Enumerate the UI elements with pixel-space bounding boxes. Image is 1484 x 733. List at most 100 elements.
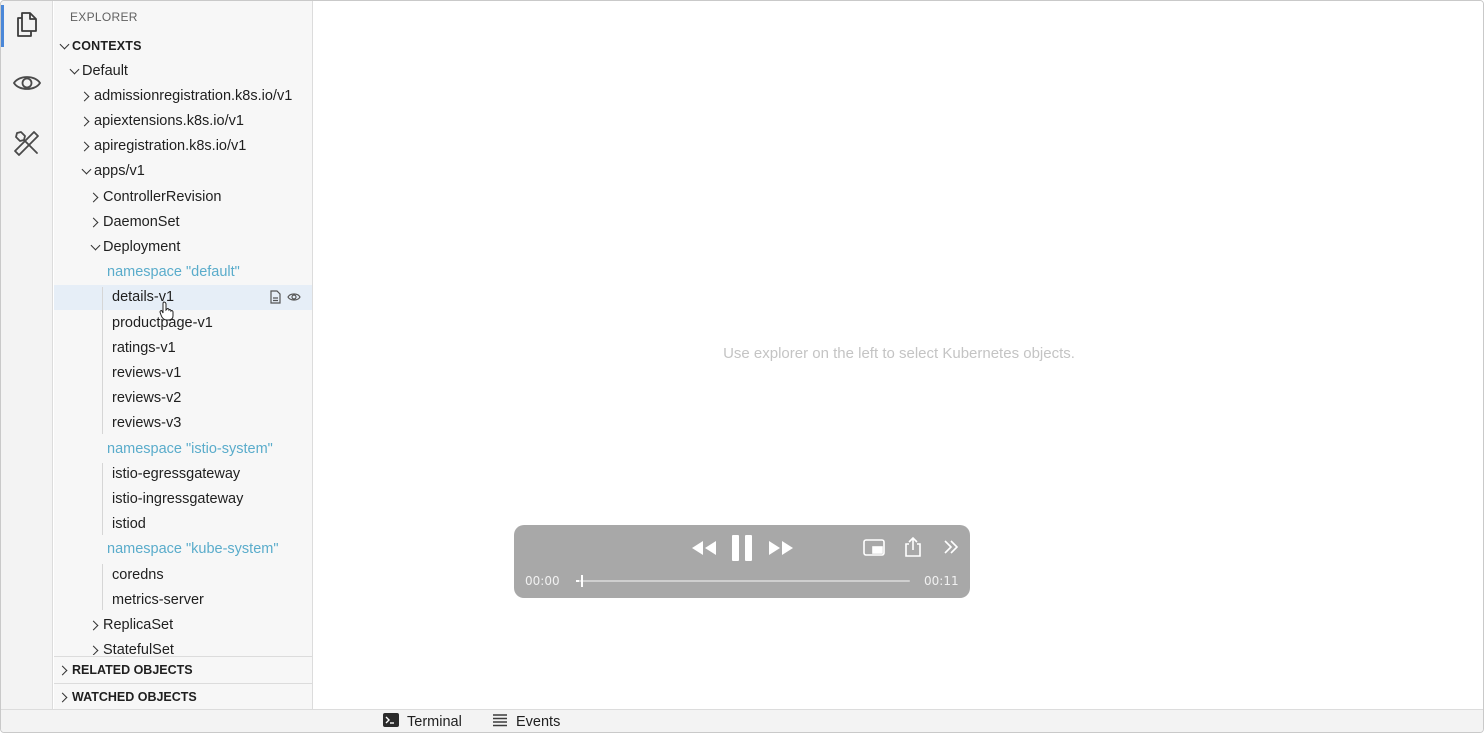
pause-button[interactable] bbox=[731, 535, 753, 566]
fast-forward-button[interactable] bbox=[768, 540, 794, 561]
row-actions bbox=[268, 290, 301, 308]
tree-item-label: Deployment bbox=[103, 238, 181, 255]
chevron-down-icon bbox=[58, 40, 70, 52]
tree-item-apiregistration-k8s-io-v1[interactable]: apiregistration.k8s.io/v1 bbox=[54, 134, 312, 159]
picture-in-picture-button[interactable] bbox=[863, 539, 885, 562]
tab-terminal[interactable]: Terminal bbox=[383, 713, 462, 731]
file-icon[interactable] bbox=[268, 290, 282, 308]
tree-item-istio-ingressgateway[interactable]: istio-ingressgateway bbox=[54, 486, 312, 511]
activity-explorer-button[interactable] bbox=[1, 3, 53, 49]
tree-item-statefulset[interactable]: StatefulSet bbox=[54, 638, 312, 655]
related-objects-header[interactable]: RELATED OBJECTS bbox=[54, 656, 312, 682]
current-time: 00:00 bbox=[525, 574, 560, 588]
tree-item-productpage-v1[interactable]: productpage-v1 bbox=[54, 310, 312, 335]
tree-item-label: reviews-v3 bbox=[112, 415, 182, 432]
tree-item-reviews-v1[interactable]: reviews-v1 bbox=[54, 360, 312, 385]
wrench-screwdriver-icon bbox=[12, 128, 42, 163]
chevron-right-icon bbox=[89, 644, 101, 655]
tree-item-label: apps/v1 bbox=[94, 163, 145, 180]
list-icon bbox=[492, 713, 508, 731]
tree-item-replicaset[interactable]: ReplicaSet bbox=[54, 612, 312, 637]
tree-item-label: DaemonSet bbox=[103, 213, 180, 230]
related-objects-label: RELATED OBJECTS bbox=[72, 662, 193, 677]
pause-icon bbox=[731, 535, 753, 565]
explorer-title: EXPLORER bbox=[70, 10, 138, 24]
activity-watch-button[interactable] bbox=[1, 62, 53, 108]
tree-item-label: ReplicaSet bbox=[103, 616, 174, 633]
tab-events-label: Events bbox=[516, 714, 561, 730]
tree-item-label: coredns bbox=[112, 566, 164, 583]
tree-item-daemonset[interactable]: DaemonSet bbox=[54, 209, 312, 234]
bottom-panel-bar: Terminal Events bbox=[1, 709, 1483, 732]
contexts-header-label: CONTEXTS bbox=[72, 38, 142, 53]
fast-forward-icon bbox=[768, 541, 794, 560]
tree-item-label: admissionregistration.k8s.io/v1 bbox=[94, 87, 293, 104]
tree-item-label: metrics-server bbox=[112, 591, 204, 608]
chevron-right-icon bbox=[80, 90, 92, 102]
tree-item-label: StatefulSet bbox=[103, 642, 174, 655]
activity-bar bbox=[1, 1, 53, 709]
tree-item-details-v1[interactable]: details-v1 bbox=[54, 284, 312, 310]
tree-item-apiextensions-k8s-io-v1[interactable]: apiextensions.k8s.io/v1 bbox=[54, 108, 312, 133]
namespace-row-namespace-kube-system: namespace "kube-system" bbox=[54, 537, 312, 562]
tree-item-metrics-server[interactable]: metrics-server bbox=[54, 587, 312, 612]
terminal-icon bbox=[383, 713, 399, 731]
chevron-right-icon bbox=[89, 191, 101, 203]
watched-objects-header[interactable]: WATCHED OBJECTS bbox=[54, 683, 312, 709]
tree-item-admissionregistration-k8s-io-v1[interactable]: admissionregistration.k8s.io/v1 bbox=[54, 83, 312, 108]
tree-item-reviews-v3[interactable]: reviews-v3 bbox=[54, 411, 312, 436]
chevron-down-icon bbox=[68, 65, 80, 77]
rewind-button[interactable] bbox=[691, 540, 717, 561]
tree-item-label: istio-ingressgateway bbox=[112, 490, 244, 507]
chevron-right-icon bbox=[89, 619, 101, 631]
chevron-down-icon bbox=[89, 241, 101, 253]
tree-item-label: Default bbox=[82, 62, 128, 79]
watched-objects-label: WATCHED OBJECTS bbox=[72, 689, 197, 704]
files-icon bbox=[12, 9, 42, 44]
tree-item-label: namespace "istio-system" bbox=[107, 440, 273, 457]
tree-item-reviews-v2[interactable]: reviews-v2 bbox=[54, 386, 312, 411]
namespace-row-namespace-istio-system: namespace "istio-system" bbox=[54, 436, 312, 461]
scrubber-track[interactable] bbox=[576, 575, 910, 587]
tree-item-istio-egressgateway[interactable]: istio-egressgateway bbox=[54, 461, 312, 486]
tree-item-label: reviews-v1 bbox=[112, 364, 182, 381]
share-button[interactable] bbox=[904, 536, 922, 562]
tab-terminal-label: Terminal bbox=[407, 714, 462, 730]
scrubber-progress bbox=[576, 580, 580, 582]
rewind-icon bbox=[691, 541, 717, 560]
tree-item-ratings-v1[interactable]: ratings-v1 bbox=[54, 335, 312, 360]
contexts-tree: Default admissionregistration.k8s.io/v1 ap… bbox=[54, 58, 312, 655]
sidebar: EXPLORER CONTEXTS Default admissionregist… bbox=[54, 1, 313, 709]
main-area: Use explorer on the left to select Kuber… bbox=[314, 1, 1483, 709]
indent-guide bbox=[102, 564, 103, 611]
chevron-right-icon bbox=[58, 691, 70, 703]
tree-item-label: ControllerRevision bbox=[103, 188, 222, 205]
tree-item-deployment[interactable]: Deployment bbox=[54, 234, 312, 259]
picture-in-picture-icon bbox=[863, 539, 885, 561]
indent-guide bbox=[102, 463, 103, 535]
tree-item-apps-v1[interactable]: apps/v1 bbox=[54, 159, 312, 184]
tab-events[interactable]: Events bbox=[492, 713, 560, 731]
tree-item-coredns[interactable]: coredns bbox=[54, 562, 312, 587]
namespace-row-namespace-default: namespace "default" bbox=[54, 260, 312, 285]
double-chevron-right-icon bbox=[943, 540, 959, 559]
tree-item-default[interactable]: Default bbox=[54, 58, 312, 83]
scrubber-thumb[interactable] bbox=[581, 575, 584, 587]
tree-item-label: ratings-v1 bbox=[112, 339, 176, 356]
tree-item-istiod[interactable]: istiod bbox=[54, 512, 312, 537]
tree-item-label: apiextensions.k8s.io/v1 bbox=[94, 112, 244, 129]
activity-tools-button[interactable] bbox=[1, 122, 53, 168]
more-options-button[interactable] bbox=[943, 539, 959, 560]
chevron-right-icon bbox=[80, 115, 92, 127]
chevron-right-icon bbox=[89, 216, 101, 228]
eye-icon[interactable] bbox=[287, 290, 301, 308]
remaining-time: 00:11 bbox=[924, 574, 959, 588]
tree-item-controllerrevision[interactable]: ControllerRevision bbox=[54, 184, 312, 209]
contexts-section-header[interactable]: CONTEXTS bbox=[54, 33, 312, 58]
tree-item-label: istiod bbox=[112, 516, 146, 533]
eye-icon bbox=[12, 68, 42, 103]
tree-item-label: apiregistration.k8s.io/v1 bbox=[94, 138, 247, 155]
hand-cursor-icon bbox=[159, 301, 175, 326]
chevron-down-icon bbox=[80, 165, 92, 177]
share-icon bbox=[904, 536, 922, 561]
